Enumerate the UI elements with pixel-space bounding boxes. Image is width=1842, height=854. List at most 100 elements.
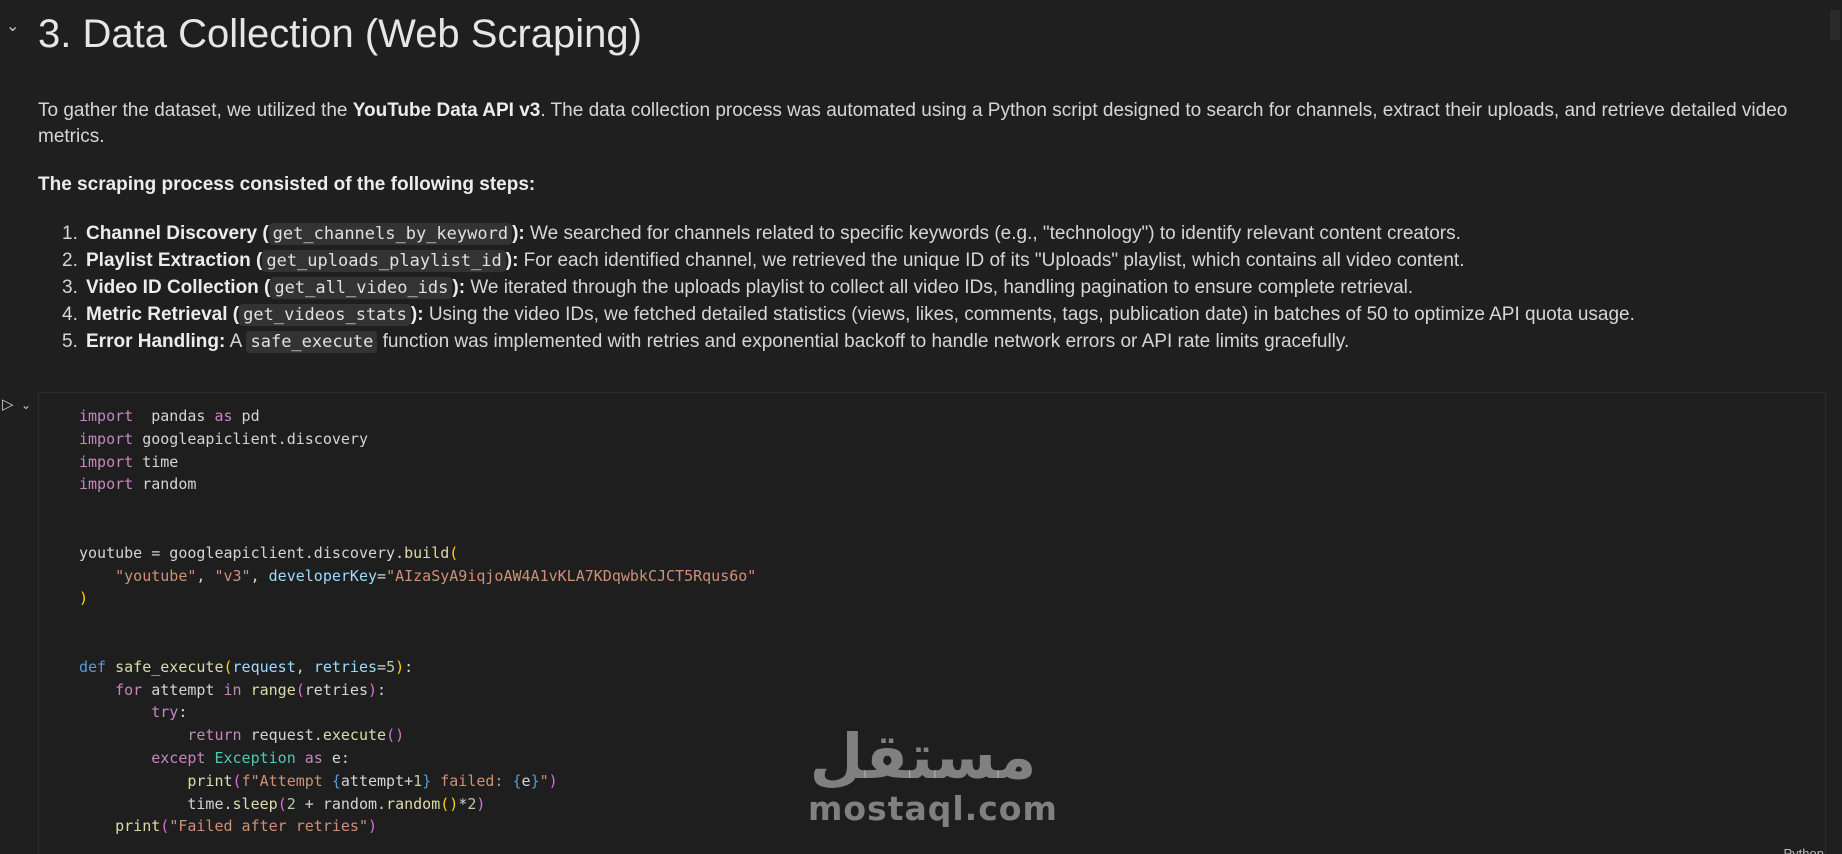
code-token: import — [79, 452, 134, 471]
code-token: range — [250, 680, 296, 699]
code-line: try: — [79, 701, 756, 724]
code-token: return — [187, 726, 242, 745]
step-title: Playlist Extraction ( — [86, 250, 263, 271]
code-token: { — [331, 771, 341, 790]
code-token: random — [133, 475, 197, 494]
code-token: build — [404, 543, 450, 562]
code-token: import — [79, 429, 134, 448]
scrollbar[interactable] — [1828, 0, 1842, 854]
code-token: e — [521, 771, 531, 790]
code-token: ) — [368, 680, 378, 699]
code-token: ) — [395, 657, 405, 676]
code-token: : — [178, 703, 188, 722]
code-token: ) — [79, 589, 89, 608]
step-number: 3. — [62, 277, 78, 298]
code-token: f"Attempt — [241, 771, 332, 790]
steps-title: The scraping process consisted of the fo… — [38, 174, 536, 195]
code-token: attempt+ — [340, 771, 414, 790]
code-token: def — [79, 657, 107, 676]
play-icon[interactable]: ▷ — [2, 396, 20, 414]
section-heading: 3. Data Collection (Web Scraping) — [38, 12, 642, 56]
code-token: () — [440, 794, 459, 813]
cell-language-label[interactable]: Python — [1784, 846, 1824, 854]
code-line: import pandas as pd — [79, 405, 756, 428]
code-token: 5 — [386, 657, 396, 676]
code-token: pd — [232, 407, 260, 425]
code-token: ( — [449, 543, 459, 562]
code-token: * — [458, 794, 468, 813]
code-token: request. — [241, 726, 323, 745]
code-token: print — [187, 771, 233, 790]
code-token: = — [377, 657, 387, 676]
code-token: failed: — [431, 771, 513, 790]
code-editor[interactable]: import pandas as pd import googleapiclien… — [79, 405, 756, 838]
code-line: "youtube", "v3", developerKey="AIzaSyA9i… — [79, 565, 756, 588]
step-text: For each identified channel, we retrieve… — [518, 250, 1465, 271]
code-token: time. — [79, 794, 233, 813]
code-token: pandas — [133, 407, 215, 425]
code-line: return request.execute() — [79, 724, 756, 747]
step-text-pre: A — [225, 331, 247, 352]
step-title: Channel Discovery ( — [86, 223, 269, 244]
code-token: safe_execute — [115, 657, 224, 676]
list-item: 3. Video ID Collection (get_all_video_id… — [62, 274, 1842, 301]
code-token: except — [151, 748, 206, 767]
intro-paragraph: To gather the dataset, we utilized the Y… — [38, 98, 1828, 150]
code-token: try — [151, 703, 179, 722]
code-token: } — [530, 771, 540, 790]
code-line: print("Failed after retries") — [79, 815, 756, 838]
code-token: Exception — [214, 748, 296, 767]
step-text: We iterated through the uploads playlist… — [465, 277, 1414, 298]
code-token: sleep — [232, 794, 278, 813]
notebook-page: ⌄ 3. Data Collection (Web Scraping) To g… — [0, 0, 1842, 854]
step-title-end: ): — [410, 304, 424, 325]
step-title-end: ): — [452, 277, 466, 298]
code-token: + random. — [295, 794, 387, 813]
code-token: execute — [322, 726, 387, 745]
list-item: 5. Error Handling: A safe_execute functi… — [62, 328, 1842, 355]
code-line: def safe_execute(request, retries=5): — [79, 656, 756, 679]
code-line: import random — [79, 473, 756, 496]
code-token: , — [250, 566, 269, 585]
code-token: ( — [232, 771, 242, 790]
code-token: ) — [476, 794, 486, 813]
code-cell[interactable]: import pandas as pd import googleapiclien… — [38, 392, 1826, 854]
step-function-code: get_channels_by_keyword — [268, 223, 513, 245]
code-token: random — [386, 794, 441, 813]
code-token: retries — [313, 657, 378, 676]
run-options-chevron-icon[interactable]: ⌄ — [21, 396, 35, 414]
code-line: ) — [79, 587, 756, 610]
step-title: Video ID Collection ( — [86, 277, 271, 298]
code-token: ) — [548, 771, 558, 790]
code-token: ) — [368, 817, 378, 836]
code-token: () — [386, 726, 405, 745]
scrollbar-thumb[interactable] — [1830, 10, 1840, 40]
step-number: 1. — [62, 223, 78, 244]
code-token: } — [422, 771, 432, 790]
code-token: ( — [223, 657, 233, 676]
chevron-down-icon[interactable]: ⌄ — [6, 18, 24, 36]
steps-list: 1. Channel Discovery (get_channels_by_ke… — [38, 220, 1842, 355]
code-token: request — [232, 657, 296, 676]
code-line: youtube = googleapiclient.discovery.buil… — [79, 542, 756, 565]
step-function-code: safe_execute — [246, 331, 378, 353]
code-token: "Failed after retries" — [169, 817, 368, 836]
step-text: Using the video IDs, we fetched detailed… — [423, 304, 1635, 325]
step-function-code: get_uploads_playlist_id — [262, 250, 506, 272]
step-text: We searched for channels related to spec… — [524, 223, 1461, 244]
code-token: ( — [160, 817, 170, 836]
step-function-code: get_all_video_ids — [270, 277, 453, 299]
code-token: 1 — [413, 771, 423, 790]
code-token: import — [79, 407, 134, 425]
